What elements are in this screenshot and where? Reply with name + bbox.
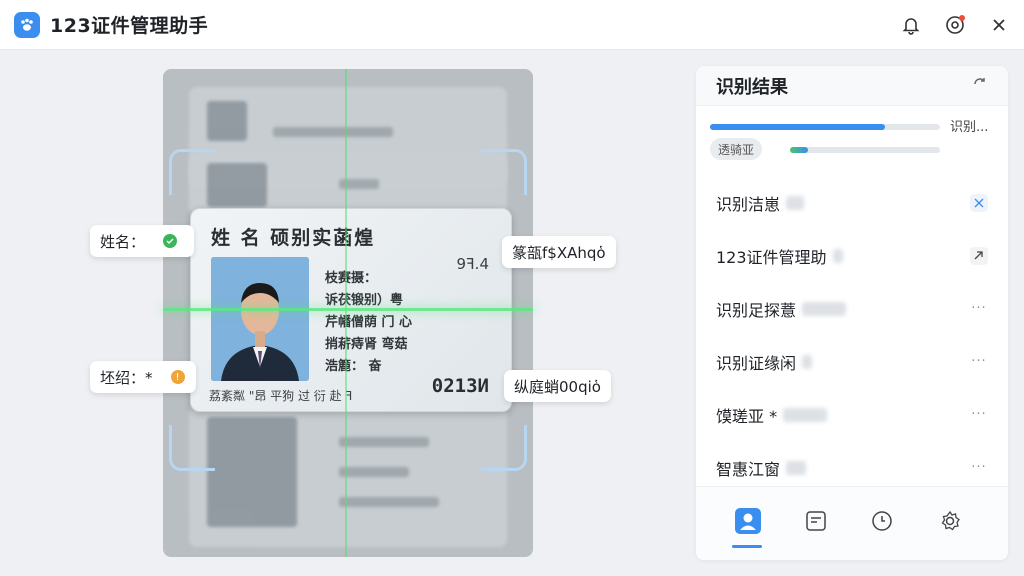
list-item[interactable]: 识别证缘闲 ···	[696, 335, 1008, 388]
list-item[interactable]: 馍瑳亚 * ···	[696, 388, 1008, 441]
scan-corner	[481, 425, 527, 471]
name-tag-label: 姓名：	[100, 232, 146, 251]
progress-bar	[710, 124, 940, 130]
warning-icon: !	[170, 370, 185, 384]
status-pill: 透骑亚	[710, 138, 763, 160]
list-item[interactable]: 识别足探薏 ···	[696, 282, 1008, 335]
close-button[interactable]	[988, 14, 1010, 36]
card-field: 枝赛摄：	[325, 271, 378, 286]
card-title: 姓 名 硕别实菡煌	[211, 227, 376, 249]
tab-settings[interactable]	[930, 501, 970, 541]
crop-icon	[970, 193, 988, 212]
progress-label: 识别...	[950, 120, 989, 135]
card-field: 捎菥痔肾 弯菇	[325, 337, 408, 352]
background-card	[189, 407, 507, 547]
gear-icon	[941, 510, 960, 531]
id-card: 姓 名 硕别实菡煌 9ꟻ.4 枝赛摄： 诉茯锻别）粤 芹幡僧荫 门 心 捎菥痔肾…	[190, 208, 512, 412]
paw-icon	[14, 11, 40, 38]
background-card	[189, 155, 507, 215]
tab-documents[interactable]	[796, 501, 836, 541]
card-field: 芹幡僧荫 门 心	[325, 315, 413, 330]
more-icon[interactable]: ···	[970, 300, 988, 318]
field-tag-top-right[interactable]: 篆瓿f$XAhqὁ	[502, 236, 616, 268]
field-tag-bottom-left[interactable]: 坯绍：* !	[90, 361, 196, 393]
progress-fill	[710, 124, 885, 130]
list-item[interactable]: 识别洁崽	[696, 176, 1008, 229]
record-button[interactable]	[944, 14, 966, 36]
list-item[interactable]: 123证件管理助	[696, 229, 1008, 282]
alert-dot	[959, 14, 965, 21]
blurred-list-tail	[734, 553, 854, 560]
card-top-number: 9ꟻ.4	[456, 255, 489, 273]
app-title: 123证件管理助手	[50, 15, 209, 37]
card-bottom-text: 荔紊粼 "昂 平狗 过 衍 赴 ꟻ	[209, 389, 353, 403]
result-list: 识别洁崽 123证件管理助 识别足探薏 ··· 识别证缘闲 ··· 馍瑳亚 * …	[696, 176, 1008, 494]
panel-header: 识别结果	[696, 66, 1008, 106]
result-panel: 识别结果 识别... 透骑亚 识别洁崽 123证件管理助 识别足探薏 ··· 识…	[696, 66, 1008, 560]
tag-label: 篆瓿f$XAhqὁ	[512, 243, 606, 262]
portrait-photo	[211, 257, 309, 381]
name-tag[interactable]: 姓名：	[90, 225, 194, 257]
card-field: 诉茯锻别）粤	[325, 293, 404, 308]
card-field: 浩簏： 奋	[325, 359, 382, 374]
refresh-icon	[974, 77, 985, 84]
scan-corner	[169, 149, 215, 195]
panel-title: 识别结果	[716, 76, 788, 98]
title-bar: 123证件管理助手	[0, 0, 1024, 50]
more-icon[interactable]: ···	[970, 459, 988, 477]
document-icon	[806, 511, 826, 531]
check-icon	[163, 234, 178, 248]
link-icon	[970, 246, 988, 265]
notification-button[interactable]	[900, 14, 922, 36]
more-icon[interactable]: ···	[970, 353, 988, 371]
tab-history[interactable]	[862, 501, 902, 541]
clock-icon	[872, 511, 892, 531]
card-number: 0213И	[431, 375, 489, 397]
tag-label: 纵庭蛸00qiὁ	[514, 377, 601, 396]
sub-progress-bar	[790, 147, 940, 153]
bottom-tab-bar	[696, 486, 1008, 560]
scan-corner	[169, 425, 215, 471]
tab-profile[interactable]	[728, 501, 768, 541]
sub-progress-fill	[790, 147, 808, 153]
scan-corner	[481, 149, 527, 195]
active-tab-indicator	[732, 545, 762, 548]
tag-label: 坯绍：*	[100, 368, 153, 387]
bell-icon	[902, 17, 920, 35]
more-icon[interactable]: ···	[970, 406, 988, 424]
field-tag-bottom-right[interactable]: 纵庭蛸00qiὁ	[504, 370, 611, 402]
user-card-icon	[735, 508, 761, 534]
refresh-button[interactable]	[972, 76, 988, 96]
close-icon	[993, 18, 1005, 31]
